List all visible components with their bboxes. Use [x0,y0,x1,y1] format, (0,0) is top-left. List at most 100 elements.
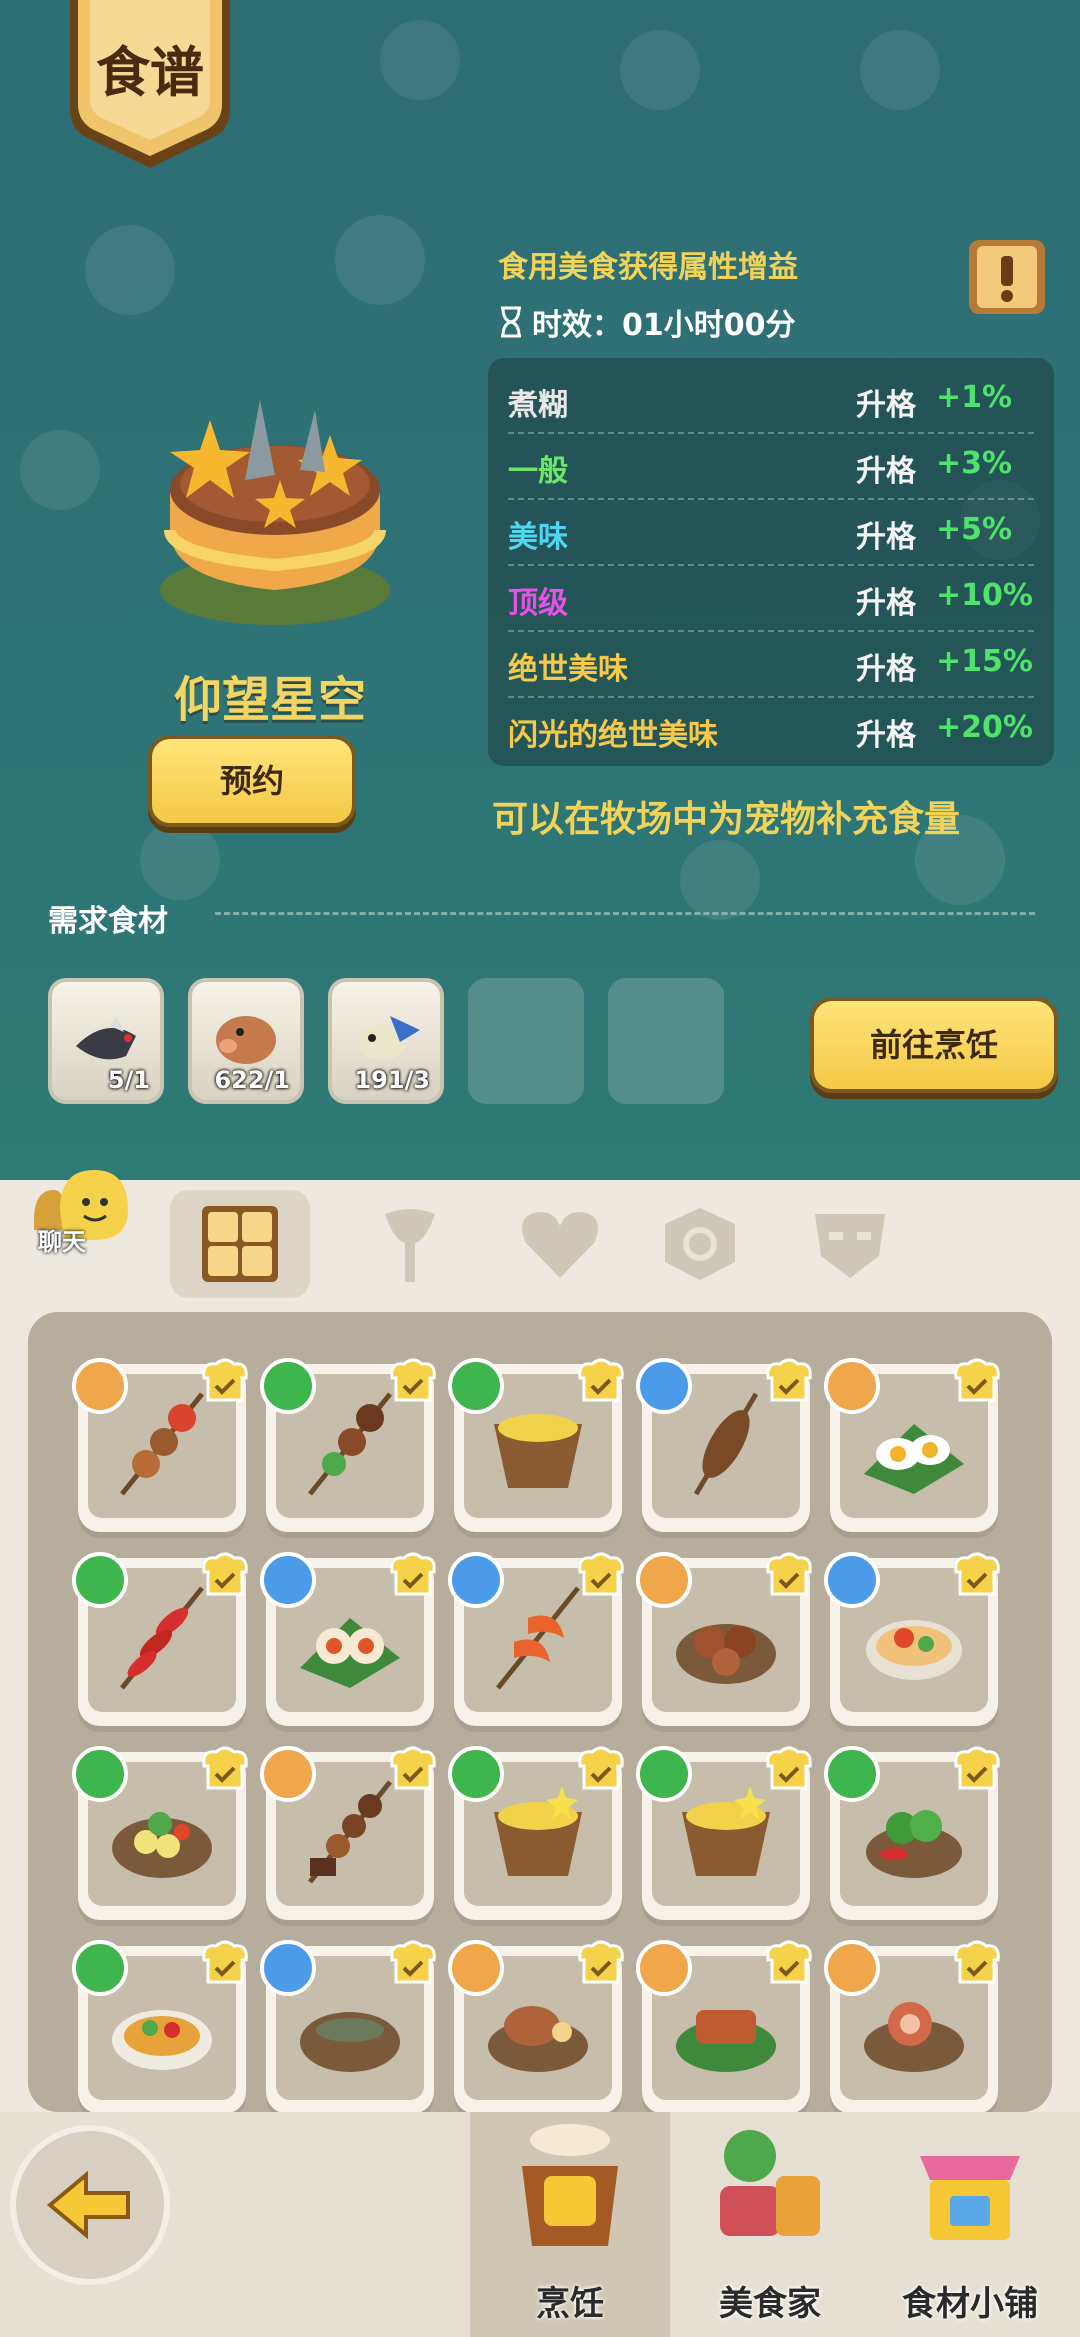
divider [215,912,1035,915]
tab-ingredient-shop-label: 食材小铺 [902,2284,1038,2324]
tab-cooking[interactable]: 烹饪 [470,2112,670,2337]
quality-row: 煮糊 升格 +1% [508,366,1034,434]
flying-fish-icon [358,1016,420,1060]
dish-name: 仰望星空 [173,672,366,728]
attack-badge-icon [824,1940,880,1996]
health-badge-icon [72,1940,128,1996]
quality-name: 美味 [508,520,568,555]
quality-name: 绝世美味 [508,652,628,687]
recipe-card[interactable] [448,1552,624,1726]
health-badge-icon [260,1358,316,1414]
recipe-card[interactable] [448,1746,624,1920]
feed-hint: 可以在牧场中为宠物补充食量 [492,799,961,840]
chef-hat-icon [202,1746,248,1790]
recipe-card[interactable] [448,1940,624,2114]
quality-upgrade-label: 升格 [856,652,916,687]
recipe-card[interactable] [636,1552,812,1726]
chef-hat-icon [766,1552,812,1596]
recipe-card[interactable] [72,1552,248,1726]
tab-ingredient-shop[interactable]: 食材小铺 [870,2112,1070,2337]
recipe-card[interactable] [636,1940,812,2114]
recipe-card[interactable] [824,1358,1000,1532]
health-badge-icon [72,1552,128,1608]
quality-upgrade-label: 升格 [856,718,916,753]
recipe-card[interactable] [72,1358,248,1532]
health-badge-icon [72,1746,128,1802]
recipe-card[interactable] [636,1358,812,1532]
health-badge-icon [824,1746,880,1802]
attack-badge-icon [824,1358,880,1414]
ingredient-slot[interactable]: 191/3 [328,978,444,1104]
buff-info-title: 食用美食获得属性增益 [498,250,798,285]
tab-cooking-label: 烹饪 [536,2284,604,2324]
ingredient-count: 622/1 [214,1066,290,1094]
quality-bonus: +15% [936,644,1033,679]
attack-badge-icon [636,1552,692,1608]
recipe-grid [28,1312,1052,2114]
ingredient-slot[interactable]: 622/1 [188,978,304,1104]
tab-special[interactable] [780,1190,920,1298]
chef-hat-icon [954,1552,1000,1596]
energy-badge-icon [260,1552,316,1608]
quality-name: 煮糊 [508,388,568,423]
hourglass-icon [501,306,521,338]
reserve-button[interactable]: 预约 [148,735,356,827]
timer-text: 时效：01小时00分 [532,308,796,343]
ingredients-label: 需求食材 [48,904,168,939]
chef-hat-icon [578,1746,624,1790]
tab-gourmet[interactable]: 美食家 [670,2112,870,2337]
quality-upgrade-label: 升格 [856,454,916,489]
chef-hat-icon [202,1552,248,1596]
quality-bonus: +10% [936,578,1033,613]
recipe-card[interactable] [448,1358,624,1532]
recipe-card[interactable] [260,1358,436,1532]
quality-row: 顶级 升格 +10% [508,564,1034,632]
info-scroll-button[interactable] [963,232,1051,322]
chef-hat-icon [954,1358,1000,1402]
recipe-card[interactable] [824,1552,1000,1726]
tab-gourmet-label: 美食家 [719,2284,821,2324]
back-arrow-icon [46,2170,130,2240]
tab-all[interactable] [170,1190,310,1298]
go-cook-button[interactable]: 前往烹饪 [810,997,1058,1093]
ingredient-slot-empty [468,978,584,1104]
recipe-card[interactable] [72,1746,248,1920]
recipe-card[interactable] [824,1746,1000,1920]
recipe-card[interactable] [260,1940,436,2114]
quality-row: 美味 升格 +5% [508,498,1034,566]
quality-row: 绝世美味 升格 +15% [508,630,1034,698]
ingredient-slot[interactable]: 5/1 [48,978,164,1104]
attack-badge-icon [448,1940,504,1996]
energy-badge-icon [260,1940,316,1996]
shop-stall-icon [920,2156,1020,2240]
chef-hat-icon [390,1746,436,1790]
chef-hat-icon [390,1358,436,1402]
axe-icon [385,1209,435,1282]
quality-bonus: +5% [936,512,1013,547]
chef-hat-icon [766,1746,812,1790]
energy-badge-icon [636,1358,692,1414]
quality-row: 闪光的绝世美味 升格 +20% [508,696,1034,762]
recipe-card[interactable] [824,1940,1000,2114]
mask-icon [815,1214,885,1278]
chat-label[interactable]: 聊天 [38,1222,86,1257]
back-button[interactable] [10,2125,170,2285]
ingredient-count: 5/1 [107,1066,150,1094]
health-badge-icon [448,1746,504,1802]
recipe-card[interactable] [636,1746,812,1920]
recipe-card[interactable] [260,1746,436,1920]
chef-hat-icon [766,1940,812,1984]
quality-upgrade-label: 升格 [856,388,916,423]
chef-hat-icon [578,1358,624,1402]
fish-bone-icon [76,1016,136,1060]
health-badge-icon [636,1746,692,1802]
recipe-card[interactable] [260,1552,436,1726]
cake-dish-icon [160,400,390,625]
recipe-card[interactable] [72,1940,248,2114]
cooking-pot-icon [522,2124,618,2246]
tab-strength[interactable] [340,1190,480,1298]
energy-badge-icon [448,1552,504,1608]
tab-health[interactable] [490,1190,630,1298]
tab-energy[interactable] [630,1190,770,1298]
quality-upgrade-label: 升格 [856,586,916,621]
